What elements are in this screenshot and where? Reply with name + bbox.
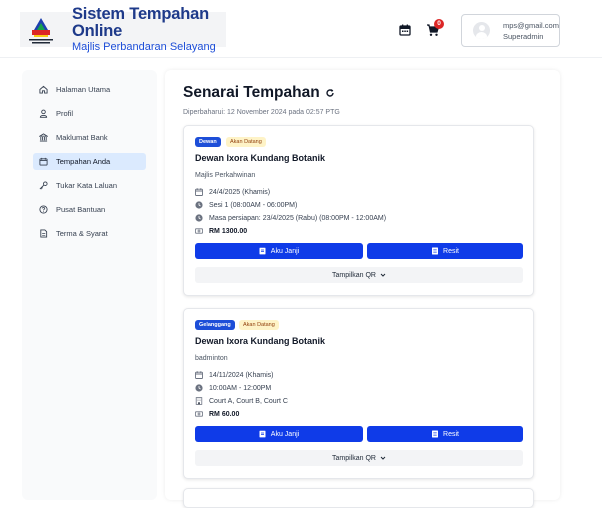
- pledge-button[interactable]: Aku Janji: [195, 243, 363, 259]
- status-badge: Akan Datang: [239, 320, 279, 330]
- building-icon: [195, 397, 203, 405]
- venue-name: Dewan Ixora Kundang Botanik: [195, 336, 326, 346]
- booking-type-badge: Dewan: [195, 137, 221, 147]
- booking-price-row: RM 1300.00: [195, 227, 247, 235]
- pledge-button[interactable]: Aku Janji: [195, 426, 363, 442]
- bank-icon: [39, 133, 48, 142]
- booking-purpose: Majlis Perkahwinan: [195, 172, 256, 179]
- app-subtitle: Majlis Perbandaran Selayang: [72, 41, 216, 53]
- calendar-icon: [195, 371, 203, 379]
- help-icon: [39, 205, 48, 214]
- app-title: Sistem Tempahan Online: [72, 5, 209, 40]
- booking-date-row: 14/11/2024 (Khamis): [195, 371, 273, 379]
- booking-session-row: Sesi 1 (08:00AM - 06:00PM): [195, 201, 297, 209]
- sidebar-item-label: Halaman Utama: [56, 85, 111, 94]
- chevron-down-icon: [380, 273, 386, 277]
- clock-icon: [195, 214, 203, 222]
- user-email: mps@gmail.com: [503, 20, 559, 30]
- receipt-button[interactable]: Resit: [367, 243, 523, 259]
- clock-icon: [195, 384, 203, 392]
- edit-document-icon: [259, 430, 266, 438]
- calendar-icon: [195, 188, 203, 196]
- top-header: Sistem Tempahan Online Majlis Perbandara…: [0, 0, 602, 58]
- chevron-down-icon: [380, 456, 386, 460]
- home-icon: [39, 85, 48, 94]
- user-icon: [39, 109, 48, 118]
- booking-card: [183, 488, 534, 508]
- booking-prep-row: Masa persiapan: 23/4/2025 (Rabu) (08:00P…: [195, 214, 386, 222]
- calendar-icon[interactable]: [399, 24, 411, 36]
- sidebar-item-label: Pusat Bantuan: [56, 205, 106, 214]
- page-title: Senarai Tempahan: [183, 84, 335, 102]
- show-qr-button[interactable]: Tampilkan QR: [195, 267, 523, 283]
- last-updated-text: Diperbaharui: 12 November 2024 pada 02:5…: [183, 109, 340, 116]
- user-role: Superadmin: [503, 31, 544, 41]
- booking-courts-row: Court A, Court B, Court C: [195, 397, 288, 405]
- money-icon: [195, 411, 203, 417]
- show-qr-button[interactable]: Tampilkan QR: [195, 450, 523, 466]
- sidebar-item-halaman-utama[interactable]: Halaman Utama: [33, 81, 146, 98]
- sidebar: Halaman Utama Profil Maklumat Bank Tempa…: [22, 70, 157, 500]
- sidebar-item-label: Terma & Syarat: [56, 229, 108, 238]
- booking-card: Gelanggang Akan Datang Dewan Ixora Kunda…: [183, 308, 534, 479]
- calendar-icon: [39, 157, 48, 166]
- document-icon: [40, 229, 48, 238]
- cart-count-badge: 0: [434, 19, 444, 29]
- sidebar-item-label: Maklumat Bank: [56, 133, 108, 142]
- clock-icon: [195, 201, 203, 209]
- sidebar-item-label: Profil: [56, 109, 74, 118]
- status-badge: Akan Datang: [226, 137, 266, 147]
- booking-card: Dewan Akan Datang Dewan Ixora Kundang Bo…: [183, 125, 534, 296]
- sidebar-item-label: Tempahan Anda: [56, 157, 111, 166]
- council-logo: [24, 13, 58, 46]
- brand-logo-link[interactable]: Sistem Tempahan Online Majlis Perbandara…: [20, 6, 226, 53]
- booking-purpose: badminton: [195, 355, 228, 362]
- edit-document-icon: [259, 247, 266, 255]
- booking-type-badge: Gelanggang: [195, 320, 235, 330]
- sidebar-item-maklumat-bank[interactable]: Maklumat Bank: [33, 129, 146, 146]
- key-icon: [39, 181, 48, 190]
- booking-date-row: 24/4/2025 (Khamis): [195, 188, 270, 196]
- refresh-icon[interactable]: [325, 88, 335, 98]
- sidebar-item-tukar-kata-laluan[interactable]: Tukar Kata Laluan: [33, 177, 146, 194]
- money-icon: [195, 228, 203, 234]
- sidebar-item-tempahan-anda[interactable]: Tempahan Anda: [33, 153, 146, 170]
- booking-time-row: 10:00AM - 12:00PM: [195, 384, 271, 392]
- venue-name: Dewan Ixora Kundang Botanik: [195, 153, 326, 163]
- booking-price-row: RM 60.00: [195, 410, 239, 418]
- sidebar-item-pusat-bantuan[interactable]: Pusat Bantuan: [33, 201, 146, 218]
- sidebar-item-profil[interactable]: Profil: [33, 105, 146, 122]
- receipt-button[interactable]: Resit: [367, 426, 523, 442]
- receipt-icon: [432, 430, 439, 438]
- receipt-icon: [432, 247, 439, 255]
- user-menu[interactable]: mps@gmail.com Superadmin: [461, 14, 560, 47]
- avatar: [473, 22, 490, 39]
- sidebar-item-terma-syarat[interactable]: Terma & Syarat: [33, 225, 146, 242]
- sidebar-item-label: Tukar Kata Laluan: [56, 181, 118, 190]
